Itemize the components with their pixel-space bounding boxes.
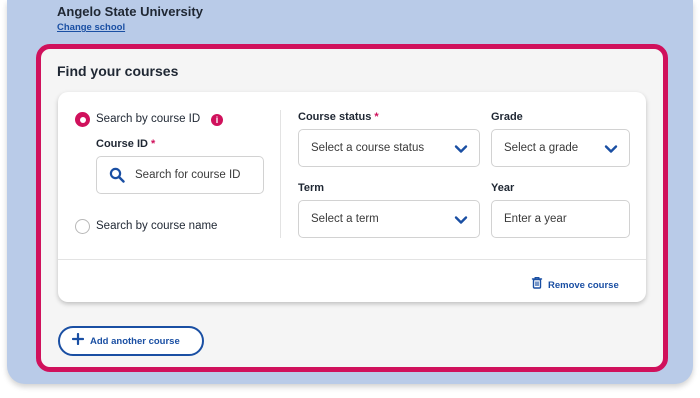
search-by-id-label: Search by course ID [96,113,201,125]
add-another-course-label: Add another course [90,335,180,347]
trash-icon [531,276,543,294]
chevron-down-icon [453,212,469,233]
course-id-label: Course ID * [96,138,156,150]
change-school-link[interactable]: Change school [57,22,125,33]
info-icon[interactable]: i [211,114,223,126]
remove-course-button[interactable]: Remove course [531,276,619,294]
add-another-course-button[interactable]: Add another course [58,326,204,356]
required-mark: * [150,138,156,150]
required-mark: * [374,111,379,123]
grade-select[interactable]: Select a grade [491,129,630,167]
remove-course-label: Remove course [548,279,619,291]
chevron-down-icon [453,141,469,162]
grade-label: Grade [491,111,523,123]
term-value: Select a term [311,213,379,225]
course-status-label: Course status * [298,111,379,123]
course-status-value: Select a course status [311,142,425,154]
course-id-search-field[interactable]: Search for course ID [96,156,264,194]
section-title: Find your courses [57,63,179,79]
year-input[interactable]: Enter a year [491,200,630,238]
search-by-name-radio[interactable] [75,219,90,234]
column-divider [280,110,281,238]
plus-icon [71,332,85,350]
course-status-select[interactable]: Select a course status [298,129,480,167]
school-name: Angelo State University [57,4,203,19]
search-by-name-label: Search by course name [96,220,218,232]
card-divider [58,259,646,260]
term-label: Term [298,182,325,194]
year-label: Year [491,182,515,194]
grade-value: Select a grade [504,142,579,154]
course-id-placeholder: Search for course ID [135,169,241,181]
search-icon [109,167,125,188]
chevron-down-icon [603,141,619,162]
year-placeholder: Enter a year [504,213,567,225]
term-select[interactable]: Select a term [298,200,480,238]
search-by-id-radio[interactable] [75,112,90,127]
